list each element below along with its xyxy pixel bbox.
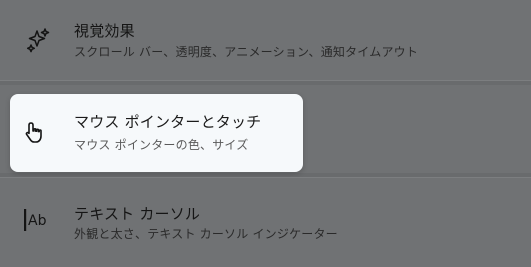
settings-item-title: マウス ポインターとタッチ (74, 113, 262, 131)
sparkle-icon (24, 26, 52, 54)
settings-item-visual-effects[interactable]: 視覚効果 スクロール バー、透明度、アニメーション、通知タイムアウト (0, 0, 531, 81)
pointer-hand-icon (22, 119, 50, 147)
settings-item-text-cursor[interactable]: Ab テキスト カーソル 外観と太さ、テキスト カーソル インジケーター (0, 177, 531, 267)
text-cursor-icon: Ab (22, 206, 50, 234)
settings-item-mouse-pointer[interactable]: マウス ポインターとタッチ マウス ポインターの色、サイズ (10, 94, 303, 172)
settings-item-subtitle: マウス ポインターの色、サイズ (74, 138, 249, 152)
settings-item-subtitle: スクロール バー、透明度、アニメーション、通知タイムアウト (74, 45, 419, 59)
svg-text:Ab: Ab (28, 213, 47, 229)
settings-item-subtitle: 外観と太さ、テキスト カーソル インジケーター (74, 227, 338, 241)
settings-item-title: テキスト カーソル (74, 205, 201, 223)
settings-item-title: 視覚効果 (74, 22, 135, 40)
